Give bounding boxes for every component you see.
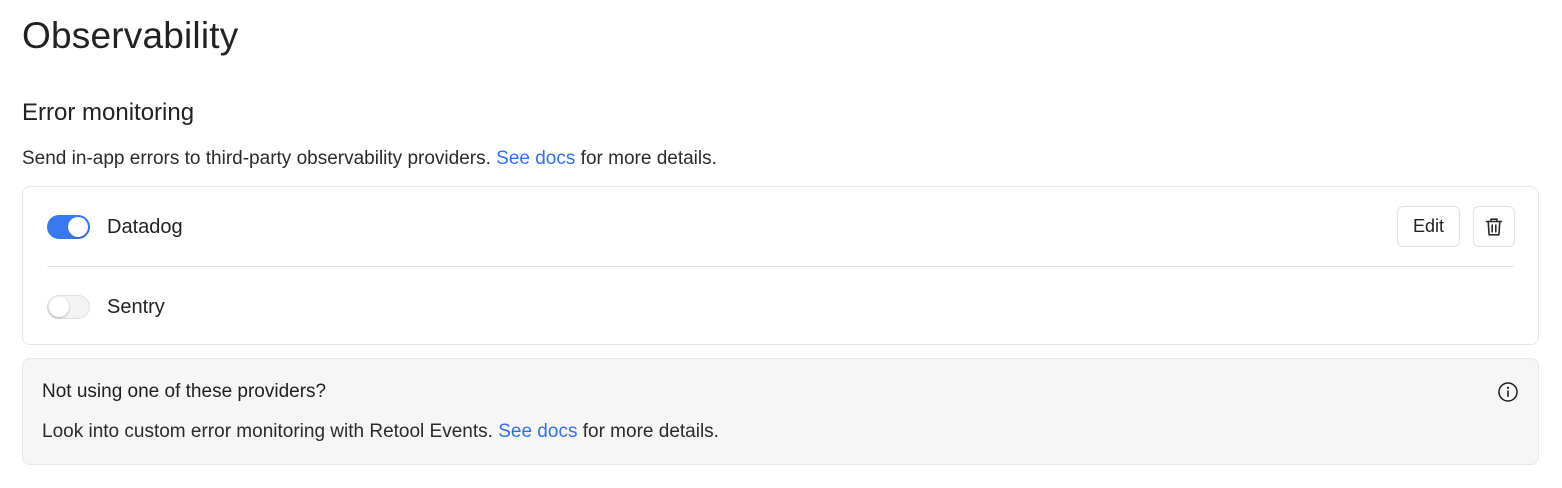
info-text-end: for more details. xyxy=(577,421,719,442)
section-title-error-monitoring: Error monitoring xyxy=(22,99,195,126)
toggle-knob xyxy=(49,297,69,317)
info-card-title: Not using one of these providers? xyxy=(42,381,327,402)
info-text: Look into custom error monitoring with R… xyxy=(42,421,499,442)
edit-button[interactable]: Edit xyxy=(1396,206,1460,247)
observability-page: Observability Error monitoring Send in-a… xyxy=(0,0,1562,488)
section-description: Send in-app errors to third-party observ… xyxy=(22,147,717,171)
see-docs-link-retool-events[interactable]: See docs xyxy=(498,421,577,442)
description-text-end: for more details. xyxy=(575,148,717,169)
info-icon[interactable] xyxy=(1497,381,1519,403)
see-docs-link[interactable]: See docs xyxy=(496,148,575,169)
toggle-knob xyxy=(68,217,88,237)
provider-row-sentry: Sentry xyxy=(23,267,1538,347)
trash-icon xyxy=(1485,217,1503,236)
sentry-toggle[interactable] xyxy=(47,295,90,319)
datadog-toggle[interactable] xyxy=(47,215,90,239)
info-card-text: Look into custom error monitoring with R… xyxy=(42,420,719,444)
delete-button[interactable] xyxy=(1473,206,1515,247)
provider-name-datadog: Datadog xyxy=(107,216,183,238)
info-card: Not using one of these providers? Look i… xyxy=(22,358,1539,465)
providers-card: Datadog Edit Sentry xyxy=(22,186,1539,345)
provider-name-sentry: Sentry xyxy=(107,296,165,318)
description-text: Send in-app errors to third-party observ… xyxy=(22,148,497,169)
provider-row-datadog: Datadog Edit xyxy=(23,187,1538,267)
page-title: Observability xyxy=(22,15,239,56)
